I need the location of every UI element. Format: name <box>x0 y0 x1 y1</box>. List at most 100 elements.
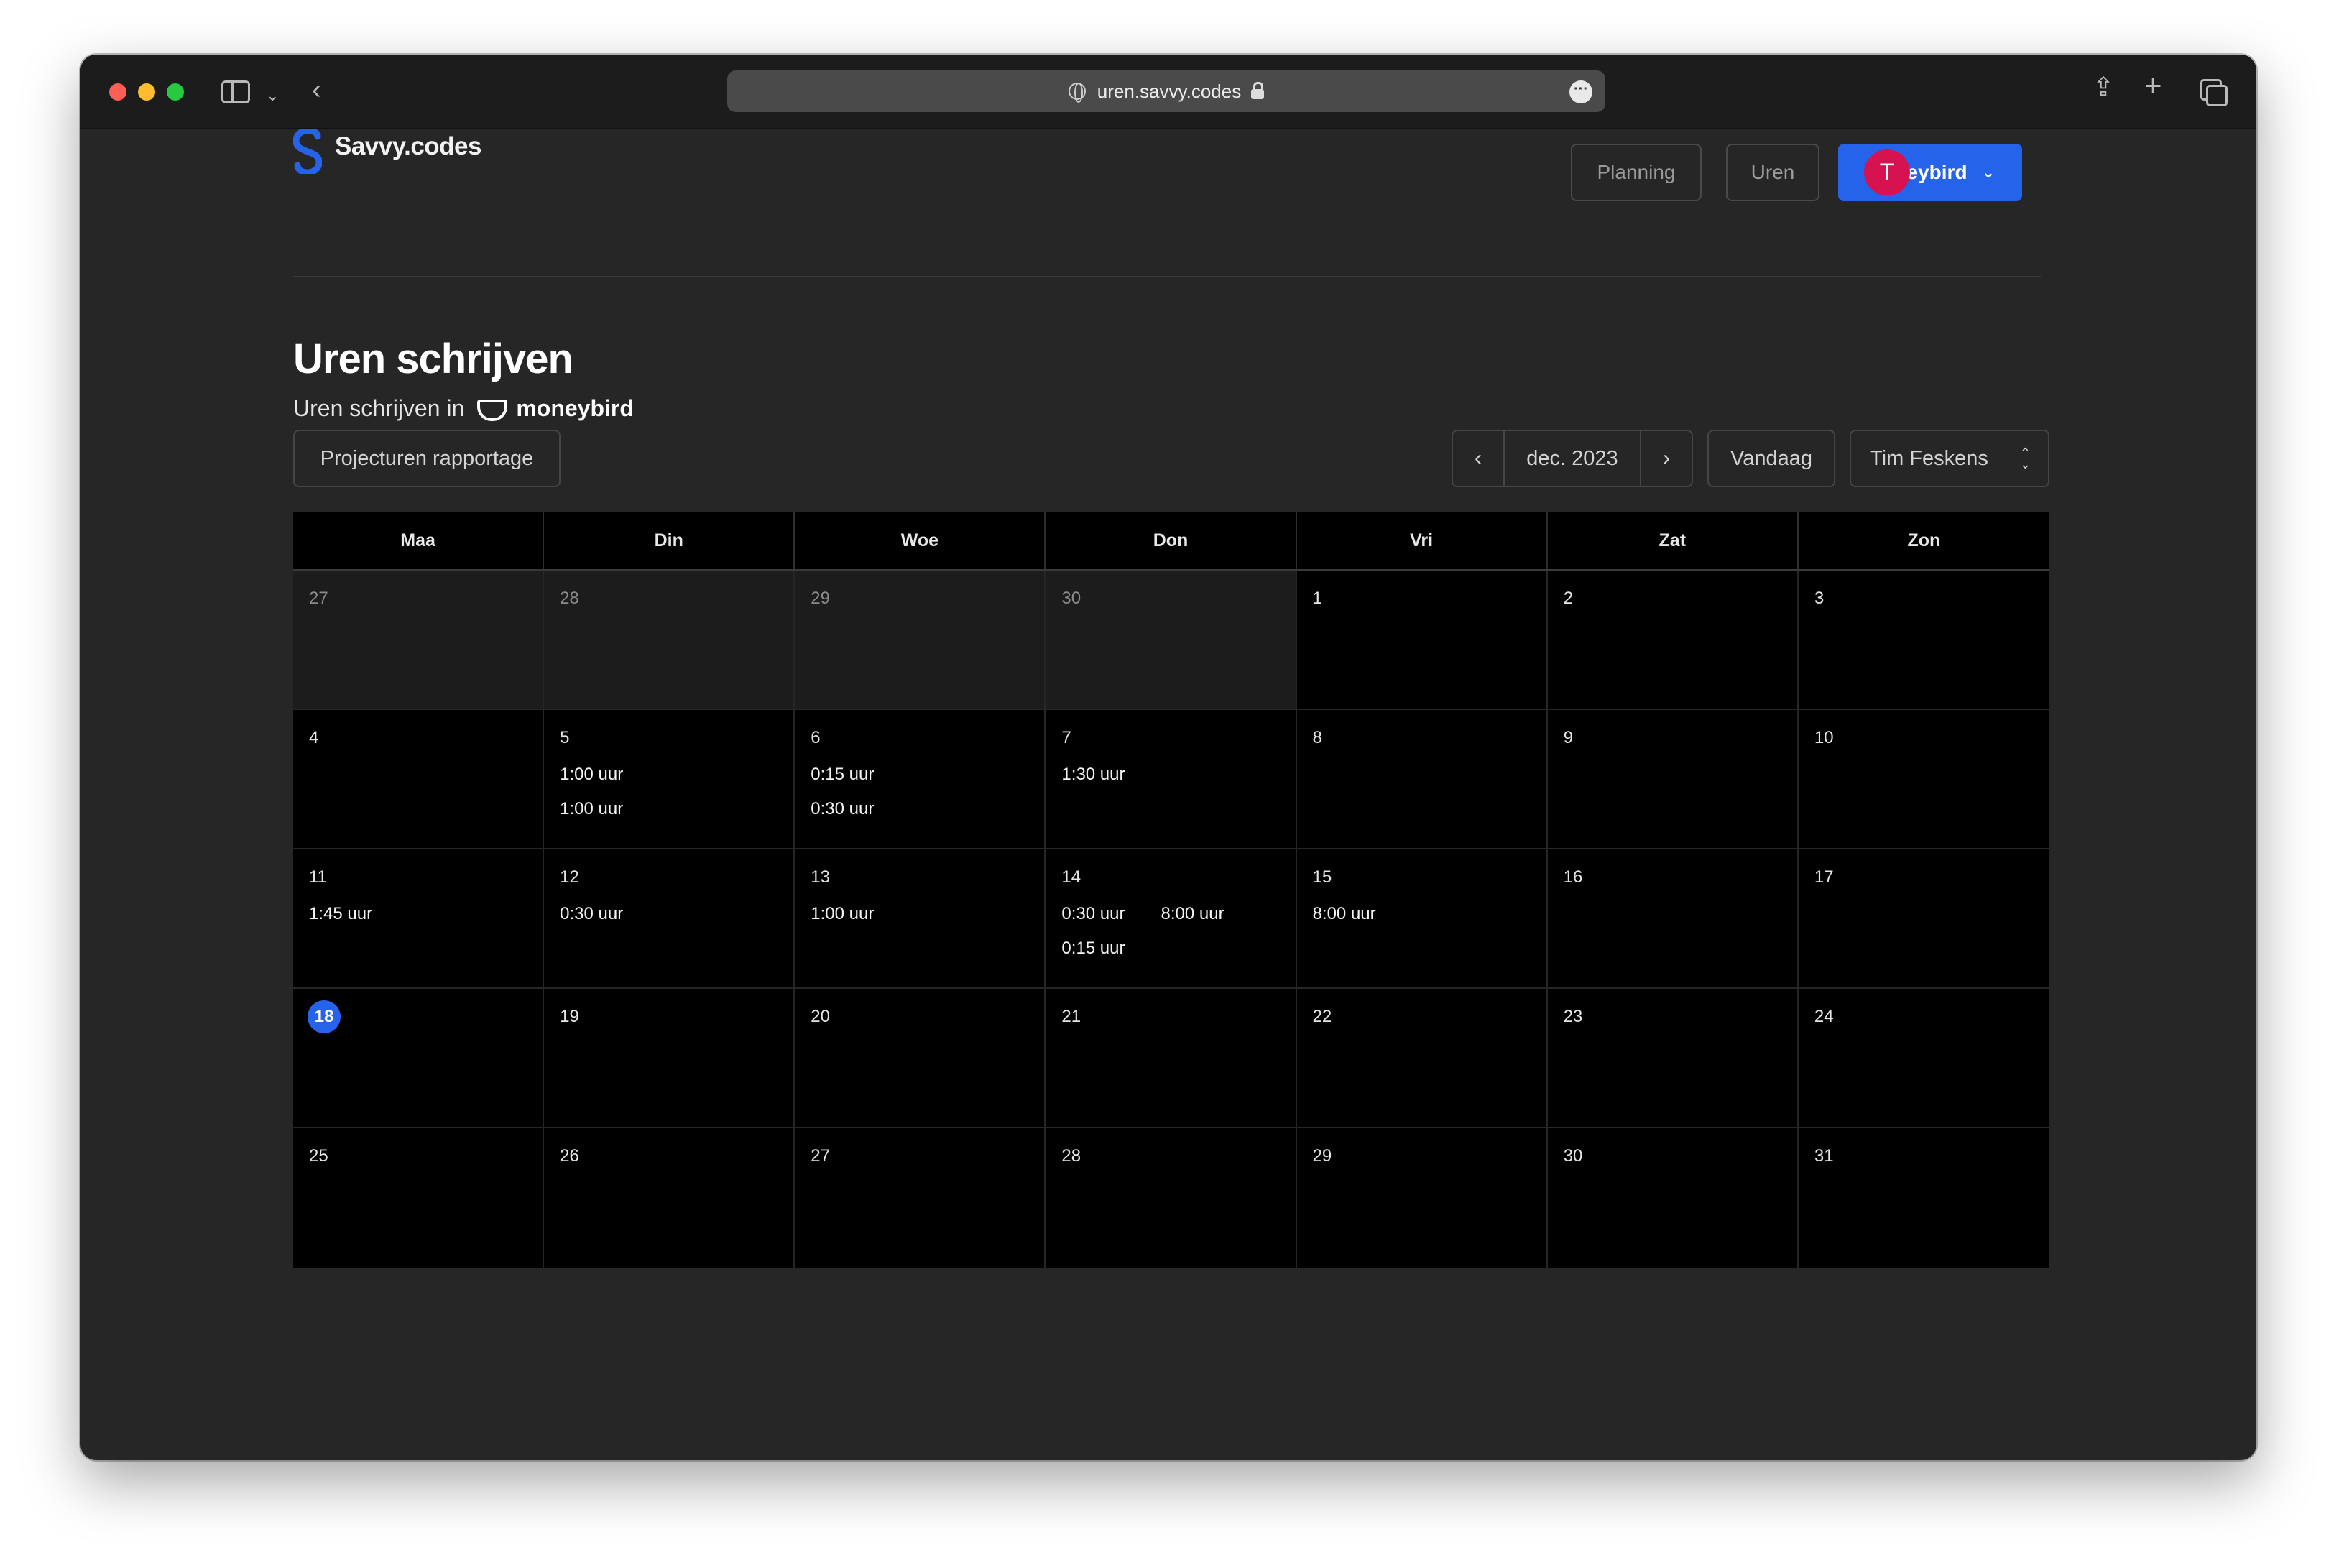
month-calendar: Maa Din Woe Don Vri Zat Zon 27 28 29 30 1 2 3 4 5 1:00 … <box>293 512 2049 1268</box>
time-entry-column: 0:30 uur <box>560 904 623 924</box>
day-number: 21 <box>1061 1007 1081 1026</box>
calendar-day-cell[interactable]: 23 <box>1547 989 1799 1127</box>
share-icon[interactable]: ⇪ <box>2093 74 2114 100</box>
calendar-day-cell[interactable]: 5 1:00 uur 1:00 uur <box>544 710 795 848</box>
time-entries: 1:30 uur <box>1061 765 1125 785</box>
calendar-day-cell[interactable]: 19 <box>544 989 795 1127</box>
day-number: 28 <box>1061 1146 1081 1166</box>
calendar-day-cell[interactable]: 16 <box>1547 849 1799 987</box>
time-entry[interactable]: 0:30 uur <box>1061 904 1125 924</box>
calendar-day-cell[interactable]: 18 <box>293 989 545 1127</box>
calendar-day-cell[interactable]: 28 <box>544 571 795 709</box>
time-entry[interactable]: 1:00 uur <box>560 765 623 785</box>
time-entry-column: 1:30 uur <box>1061 765 1125 785</box>
calendar-day-cell[interactable]: 9 <box>1547 710 1799 848</box>
calendar-week-row: 25 26 27 28 29 30 31 <box>293 1128 2049 1268</box>
day-number: 5 <box>560 728 570 747</box>
calendar-day-cell[interactable]: 30 <box>1547 1128 1799 1268</box>
day-number: 8 <box>1312 728 1322 747</box>
day-number: 27 <box>309 589 328 608</box>
day-number: 13 <box>811 867 830 887</box>
next-month-button[interactable]: › <box>1641 431 1692 486</box>
calendar-day-cell[interactable]: 14 0:30 uur 0:15 uur 8:00 uur <box>1046 849 1297 987</box>
current-month-label[interactable]: dec. 2023 <box>1503 431 1641 486</box>
calendar-day-cell[interactable]: 29 <box>1296 1128 1548 1268</box>
calendar-day-cell[interactable]: 2 <box>1547 571 1799 709</box>
calendar-day-cell[interactable]: 27 <box>293 571 545 709</box>
time-entry[interactable]: 0:15 uur <box>1061 939 1125 959</box>
time-entry[interactable]: 0:30 uur <box>811 799 874 819</box>
time-entry[interactable]: 1:00 uur <box>560 799 623 819</box>
day-number: 24 <box>1814 1007 1834 1026</box>
calendar-day-cell[interactable]: 13 1:00 uur <box>795 849 1046 987</box>
time-entries: 0:30 uur <box>560 904 623 924</box>
sidebar-toggle-icon[interactable] <box>221 80 250 103</box>
calendar-day-cell[interactable]: 24 <box>1798 989 2049 1127</box>
calendar-day-cell[interactable]: 31 <box>1798 1128 2049 1268</box>
nav-planning-button[interactable]: Planning <box>1571 144 1702 201</box>
time-entry-column: 1:00 uur <box>811 904 874 924</box>
calendar-day-cell[interactable]: 6 0:15 uur 0:30 uur <box>795 710 1046 848</box>
zoom-window-button[interactable] <box>167 83 184 101</box>
day-number: 26 <box>560 1146 579 1166</box>
today-day-number: 18 <box>308 1000 341 1033</box>
day-number: 17 <box>1814 867 1834 887</box>
calendar-day-cell[interactable]: 30 <box>1046 571 1297 709</box>
calendar-day-cell[interactable]: 17 <box>1798 849 2049 987</box>
calendar-day-cell[interactable]: 1 <box>1296 571 1548 709</box>
close-window-button[interactable] <box>109 83 126 101</box>
calendar-day-cell[interactable]: 10 <box>1798 710 2049 848</box>
today-button[interactable]: Vandaag <box>1707 430 1835 487</box>
time-entry[interactable]: 1:00 uur <box>811 904 874 924</box>
calendar-day-cell[interactable]: 28 <box>1046 1128 1297 1268</box>
calendar-day-cell[interactable]: 8 <box>1296 710 1548 848</box>
user-select[interactable]: Tim Feskens ⌃ ⌄ <box>1850 430 2049 487</box>
calendar-day-cell[interactable]: 21 <box>1046 989 1297 1127</box>
time-entries: 1:00 uur 1:00 uur <box>560 765 623 819</box>
back-arrow-icon[interactable]: ‹ <box>312 76 321 103</box>
calendar-day-cell[interactable]: 29 <box>795 571 1046 709</box>
previous-month-button[interactable]: ‹ <box>1453 431 1503 486</box>
day-number: 22 <box>1312 1007 1332 1026</box>
savvy-logo-icon[interactable] <box>293 129 322 174</box>
time-entry[interactable]: 0:30 uur <box>560 904 623 924</box>
tab-overview-icon[interactable] <box>2200 79 2228 106</box>
moneybird-cup-icon <box>477 399 508 421</box>
address-bar[interactable]: uren.savvy.codes ··· <box>727 70 1605 112</box>
calendar-grid: 27 28 29 30 1 2 3 4 5 1:00 uur 1:00 uur 6 0:15 uur 0:… <box>293 571 2049 1268</box>
day-number: 19 <box>560 1007 579 1026</box>
browser-titlebar: ⌄ ‹ uren.savvy.codes ··· ⇪ + <box>80 55 2256 129</box>
more-options-icon[interactable]: ··· <box>1569 80 1592 103</box>
user-avatar[interactable]: T <box>1864 149 1910 195</box>
chevron-left-icon: ‹ <box>1475 446 1482 470</box>
calendar-day-cell[interactable]: 12 0:30 uur <box>544 849 795 987</box>
brand-name[interactable]: Savvy.codes <box>335 132 482 161</box>
project-report-button[interactable]: Projecturen rapportage <box>293 430 561 487</box>
calendar-day-cell[interactable]: 27 <box>795 1128 1046 1268</box>
minimize-window-button[interactable] <box>138 83 155 101</box>
calendar-day-cell[interactable]: 15 8:00 uur <box>1296 849 1548 987</box>
time-entry[interactable]: 1:30 uur <box>1061 765 1125 785</box>
time-entry[interactable]: 1:45 uur <box>309 904 372 924</box>
weekday-label: Maa <box>293 512 545 569</box>
time-entries: 0:30 uur 0:15 uur 8:00 uur <box>1061 904 1224 959</box>
calendar-day-cell[interactable]: 22 <box>1296 989 1548 1127</box>
month-navigator: ‹ dec. 2023 › <box>1452 430 1693 487</box>
nav-uren-button[interactable]: Uren <box>1726 144 1819 201</box>
new-tab-icon[interactable]: + <box>2144 70 2162 101</box>
time-entry[interactable]: 8:00 uur <box>1161 904 1224 924</box>
calendar-day-cell[interactable]: 20 <box>795 989 1046 1127</box>
chevron-down-icon[interactable]: ⌄ <box>266 83 279 108</box>
calendar-day-cell[interactable]: 7 1:30 uur <box>1046 710 1297 848</box>
calendar-day-cell[interactable]: 4 <box>293 710 545 848</box>
calendar-day-cell[interactable]: 3 <box>1798 571 2049 709</box>
time-entry[interactable]: 0:15 uur <box>811 765 874 785</box>
calendar-day-cell[interactable]: 11 1:45 uur <box>293 849 545 987</box>
weekday-label: Zat <box>1548 512 1799 569</box>
time-entry[interactable]: 8:00 uur <box>1313 904 1376 924</box>
day-number: 30 <box>1061 589 1081 608</box>
calendar-day-cell[interactable]: 26 <box>544 1128 795 1268</box>
day-number: 20 <box>811 1007 830 1026</box>
user-select-value: Tim Feskens <box>1870 446 1988 470</box>
calendar-day-cell[interactable]: 25 <box>293 1128 545 1268</box>
